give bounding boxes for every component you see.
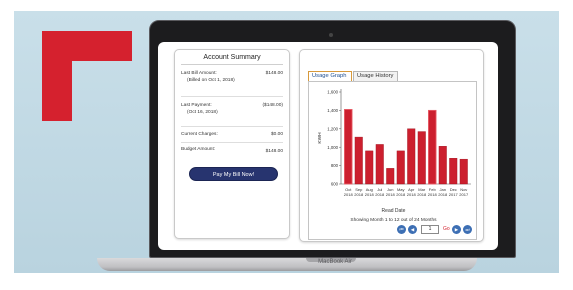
- bar: [354, 136, 363, 185]
- x-axis-label: Read Date: [381, 208, 406, 214]
- last-bill-label: Last Bill Amount:: [181, 71, 217, 76]
- x-tick-label-year: 2018: [386, 192, 396, 197]
- brand-red-corner-graphic: [42, 31, 132, 121]
- account-summary-panel: Account Summary Last Bill Amount: (Bille…: [174, 49, 290, 239]
- bar: [428, 109, 437, 185]
- y-tick-label: 800: [331, 163, 339, 168]
- current-charges-label: Current Charges:: [181, 132, 218, 137]
- tab-usage-graph[interactable]: Usage Graph: [308, 71, 352, 81]
- x-tick-label-year: 2018: [396, 192, 406, 197]
- page-number-input[interactable]: 1: [421, 225, 439, 234]
- first-page-icon[interactable]: ⏮: [397, 225, 406, 234]
- last-payment-label: Last Payment:: [181, 103, 212, 108]
- last-bill-row: Last Bill Amount: (Billed on Oct 1, 2018…: [181, 65, 283, 97]
- x-tick-label-year: 2017: [459, 192, 469, 197]
- usage-bar-chart: 6008001,0001,2001,4001,600KWHOct2018Sep2…: [317, 89, 471, 197]
- bar: [396, 150, 405, 185]
- budget-amount-row: Budget Amount: $148.00: [181, 143, 283, 165]
- months-showing-text: Showing Month 1 to 12 out of 24 Months: [350, 218, 437, 223]
- laptop-screen: Account Summary Last Bill Amount: (Bille…: [158, 42, 498, 250]
- laptop-brand-label: MacBook Air: [318, 259, 352, 265]
- bar: [375, 144, 384, 185]
- previous-page-icon[interactable]: ◀: [408, 225, 417, 234]
- current-charges-row: Current Charges: $0.00: [181, 127, 283, 143]
- bar: [365, 150, 374, 185]
- last-bill-value: $148.00: [265, 71, 283, 76]
- y-axis-label: KWH: [317, 132, 323, 144]
- usage-graph-area: 600 800 1,000 1,200 1,400 1,600 KWH Oct 2018 Sep 2…: [308, 81, 477, 240]
- y-tick-label: 600: [331, 182, 339, 187]
- account-summary-title: Account Summary: [181, 50, 283, 65]
- budget-amount-value: $148.00: [265, 149, 283, 154]
- last-page-icon[interactable]: ⏭: [463, 225, 472, 234]
- y-tick-label: 1,200: [327, 126, 338, 131]
- bar: [459, 158, 468, 185]
- camera-icon: [329, 33, 333, 37]
- bar: [417, 131, 426, 185]
- bar: [344, 109, 353, 185]
- go-button[interactable]: Go: [443, 226, 450, 232]
- next-page-icon[interactable]: ▶: [452, 225, 461, 234]
- x-tick-label-year: 2017: [449, 192, 459, 197]
- bar: [449, 158, 458, 185]
- usage-panel: Usage Graph Usage History 600 800 1,000 1,2…: [299, 49, 484, 242]
- x-tick-label-year: 2018: [365, 192, 375, 197]
- x-tick-label-year: 2018: [417, 192, 427, 197]
- x-tick-label-year: 2018: [354, 192, 364, 197]
- y-tick-label: 1,600: [327, 90, 338, 95]
- x-tick-label-year: 2018: [428, 192, 438, 197]
- bar: [407, 128, 416, 185]
- tab-usage-history[interactable]: Usage History: [353, 71, 398, 81]
- x-tick-label-year: 2018: [407, 192, 417, 197]
- x-tick-label-year: 2018: [375, 192, 385, 197]
- bar: [386, 168, 395, 185]
- last-payment-value: ($148.00): [262, 103, 283, 108]
- x-tick-label-year: 2018: [344, 192, 354, 197]
- pay-bill-button[interactable]: Pay My Bill Now!: [189, 167, 278, 181]
- last-payment-date: (Oct 16, 2018): [187, 110, 218, 115]
- last-bill-date: (Billed on Oct 1, 2018): [187, 78, 235, 83]
- y-tick-label: 1,000: [327, 145, 338, 150]
- y-tick-label: 1,400: [327, 108, 338, 113]
- x-tick-label-year: 2018: [438, 192, 448, 197]
- last-payment-row: Last Payment: (Oct 16, 2018) ($148.00): [181, 97, 283, 127]
- budget-amount-label: Budget Amount:: [181, 147, 216, 152]
- current-charges-value: $0.00: [270, 132, 283, 137]
- bar: [438, 146, 447, 185]
